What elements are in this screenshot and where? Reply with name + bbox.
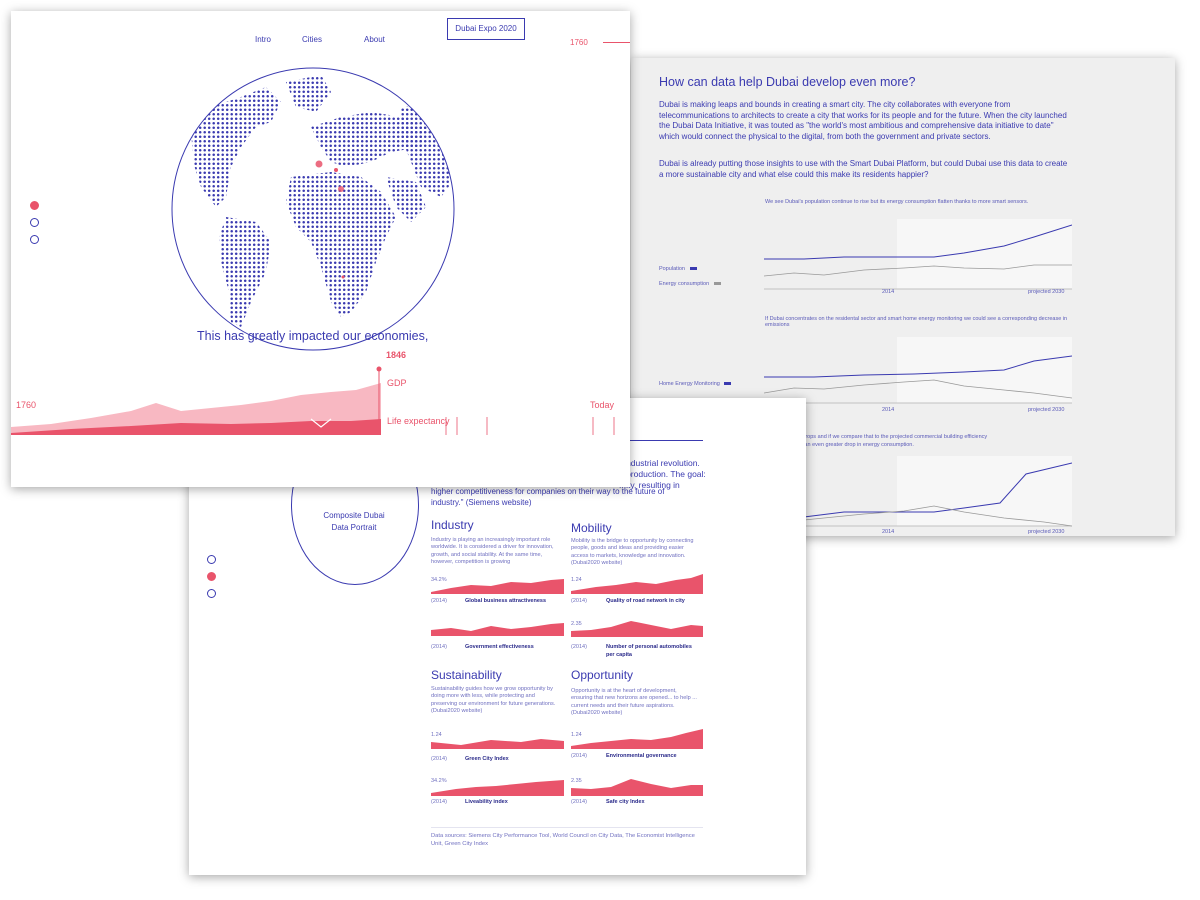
chart1-legend-energy-label: Energy consumption	[659, 281, 710, 287]
opportunity-m2-year: (2014)	[571, 799, 587, 805]
industry-m1-label: Global business attractiveness	[465, 598, 547, 604]
opportunity-m1-year: (2014)	[571, 753, 587, 759]
sustainability-m2-year: (2014)	[431, 799, 447, 805]
nav-expo-button[interactable]: Dubai Expo 2020	[447, 18, 525, 40]
opportunity-m2-label: Safe city Index	[606, 799, 645, 805]
nav-about[interactable]: About	[364, 35, 385, 44]
industry-m2-label: Government effectiveness	[465, 644, 534, 650]
chart2-plot	[764, 337, 1072, 404]
section-dot-3[interactable]	[30, 235, 39, 244]
top-year-label: 1760	[570, 38, 588, 47]
chart2-x-2014: 2014	[882, 407, 895, 413]
opportunity-m1-label: Environmental governance	[606, 753, 677, 759]
chart3-x-2030: projected 2030	[1028, 529, 1065, 535]
article-paragraph-2: Dubai is already putting those insights …	[659, 159, 1068, 179]
sources-rule	[431, 827, 703, 828]
chart1-caption: We see Dubai's population continue to ri…	[765, 199, 1029, 205]
chart3-caption-2: ...we would see an even greater drop in …	[765, 442, 914, 448]
opportunity-title: Opportunity	[571, 668, 634, 682]
chart1-x-2014: 2014	[882, 289, 895, 295]
intro-line-4: higher competitiveness for companies on …	[431, 487, 665, 496]
chart3-highlight	[897, 456, 1072, 526]
globe	[171, 67, 455, 351]
chart1-legend-population: Population	[659, 266, 697, 272]
chart1-legend-energy: Energy consumption	[659, 281, 721, 287]
opportunity-m2-chart	[571, 779, 703, 796]
intro-line-5: industry." (Siemens website)	[431, 498, 532, 507]
mobility-m1-chart	[571, 574, 703, 594]
mobility-m2-year: (2014)	[571, 644, 587, 650]
article-paragraph-1: Dubai is making leaps and bounds in crea…	[659, 100, 1067, 141]
chart2-legend-monitoring-swatch	[724, 382, 732, 386]
industry-m2-year: (2014)	[431, 644, 447, 650]
section-dot-1[interactable]	[207, 555, 216, 564]
industry-title: Industry	[431, 518, 474, 532]
chart1-highlight	[897, 219, 1072, 289]
data-sources: Data sources: Siemens City Performance T…	[431, 833, 695, 847]
industry-m2-chart	[431, 623, 564, 636]
chart1-legend-population-label: Population	[659, 266, 685, 272]
chart2-highlight	[897, 337, 1072, 403]
chart3-caption-1: ...consumption drops and if we compare t…	[765, 434, 988, 440]
nav-cities[interactable]: Cities	[302, 35, 322, 44]
city-marker-europe	[334, 168, 338, 172]
chart3-x-2014: 2014	[882, 529, 895, 535]
chart2-legend-monitoring-label: Home Energy Monitoring	[659, 381, 720, 387]
industry-m1-chart	[431, 579, 564, 594]
intro-rule	[619, 440, 703, 441]
intro-fragment-1: ...ndustrial revolution.	[619, 458, 700, 468]
sustainability-m1-year: (2014)	[431, 756, 447, 762]
chart1-legend-energy-swatch	[713, 282, 721, 286]
opportunity-desc: Opportunity is at the heart of developme…	[571, 688, 697, 717]
mobility-m1-label: Quality of road network in city	[606, 598, 685, 604]
sustainability-m2-chart	[431, 780, 564, 796]
intro-fragment-2: ...production. The goal:	[619, 469, 706, 479]
portrait-circle-label: Composite Dubai Data Portrait	[323, 511, 385, 532]
section-dot-3[interactable]	[207, 589, 216, 598]
sustainability-m2-label: Liveability index	[465, 799, 508, 805]
mobility-title: Mobility	[571, 521, 612, 535]
chart1-plot	[764, 219, 1072, 290]
chart1-x-2030: projected 2030	[1028, 289, 1065, 295]
section-dot-2[interactable]	[207, 572, 216, 581]
mobility-m2-label-line2: per capita	[606, 652, 632, 658]
industry-m1-year: (2014)	[431, 598, 447, 604]
mobility-m2-label-line1: Number of personal automobiles	[606, 644, 692, 650]
top-year-tick	[603, 42, 630, 43]
chart2-caption: If Dubai concentrates on the residental …	[765, 316, 1068, 328]
current-year-handle	[376, 366, 382, 372]
current-year-label: 1846	[386, 350, 407, 360]
sustainability-m1-label: Green City Index	[465, 756, 509, 762]
chart2-x-2030: projected 2030	[1028, 407, 1065, 413]
section-dot-2[interactable]	[30, 218, 39, 227]
industry-desc: Industry is playing an increasingly impo…	[431, 537, 554, 566]
section-dot-1[interactable]	[30, 201, 39, 210]
mobility-m2-chart	[571, 621, 703, 637]
chart3-plot	[764, 456, 1072, 527]
nav-intro[interactable]: Intro	[255, 35, 271, 44]
mobility-desc: Mobility is the bridge to opportunity by…	[571, 538, 694, 567]
mobility-m1-year: (2014)	[571, 598, 587, 604]
chart1-legend-population-swatch	[689, 267, 697, 271]
sustainability-m1-chart	[431, 739, 564, 749]
globe-card: Intro Cities About Dubai Expo 2020 1760	[11, 11, 630, 487]
article-title: How can data help Dubai develop even mor…	[659, 75, 916, 89]
timeline-chart	[11, 366, 615, 435]
city-marker-uk	[315, 160, 323, 168]
chart2-legend-monitoring: Home Energy Monitoring	[659, 381, 732, 387]
sustainability-title: Sustainability	[431, 668, 502, 682]
opportunity-m1-chart	[571, 729, 703, 749]
sustainability-desc: Sustainability guides how we grow opport…	[431, 686, 556, 715]
globe-tagline: This has greatly impacted our economies,	[197, 329, 429, 343]
city-marker-africa	[341, 275, 345, 279]
city-marker-italy	[338, 186, 344, 192]
